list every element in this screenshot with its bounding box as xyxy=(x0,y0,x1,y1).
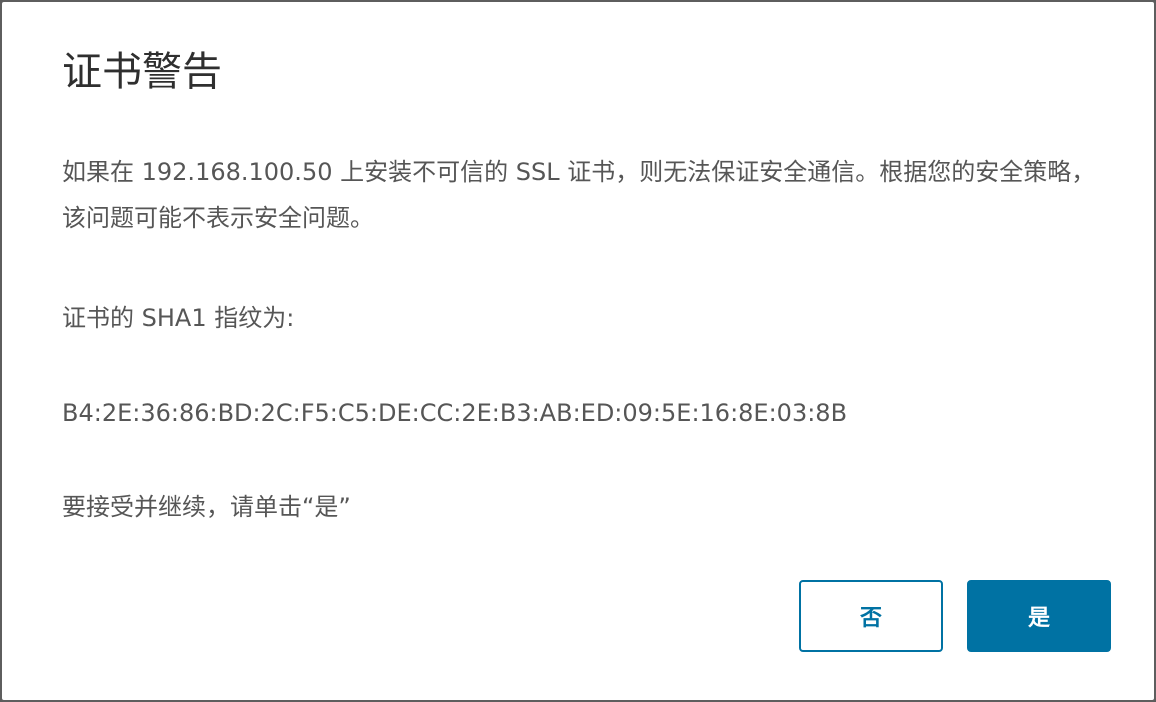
sha1-fingerprint: B4:2E:36:86:BD:2C:F5:C5:DE:CC:2E:B3:AB:E… xyxy=(62,399,848,427)
no-button[interactable]: 否 xyxy=(799,580,943,652)
certificate-warning-dialog: 证书警告 如果在 192.168.100.50 上安装不可信的 SSL 证书，则… xyxy=(0,0,1156,702)
warning-message: 如果在 192.168.100.50 上安装不可信的 SSL 证书，则无法保证安… xyxy=(62,158,1096,232)
dialog-title: 证书警告 xyxy=(62,49,222,95)
yes-button[interactable]: 是 xyxy=(967,580,1111,652)
fingerprint-label: 证书的 SHA1 指纹为: xyxy=(62,304,295,332)
continue-instruction: 要接受并继续，请单击“是” xyxy=(62,493,351,521)
